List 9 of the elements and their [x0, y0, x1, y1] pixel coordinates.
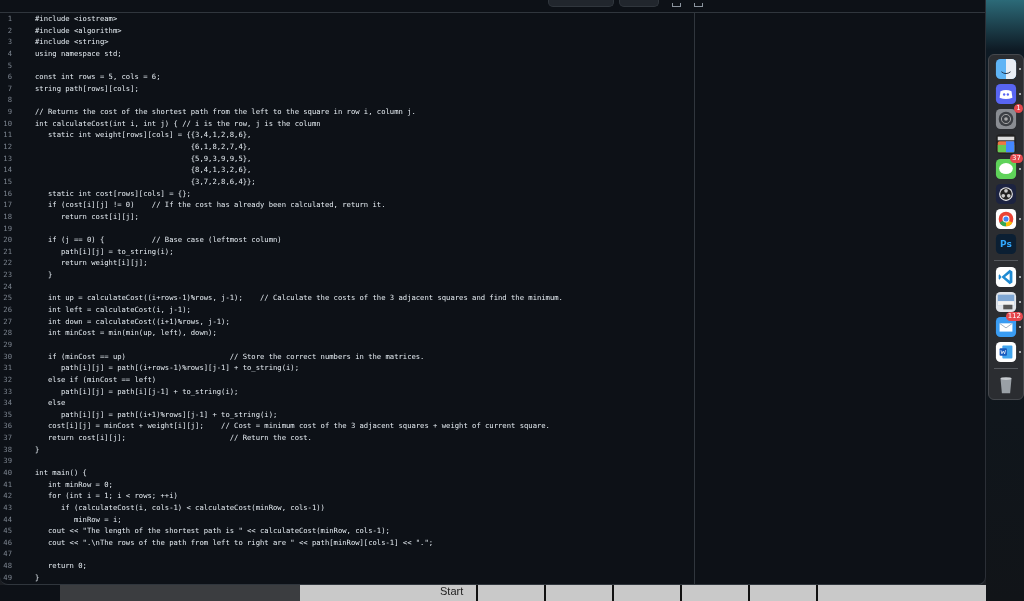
controller-icon[interactable] [995, 83, 1017, 105]
app-icon[interactable]: Ps [995, 233, 1017, 255]
code-editor-icon[interactable] [995, 266, 1017, 288]
start-label: Start [440, 585, 465, 598]
gear-icon[interactable] [995, 108, 1017, 130]
face-icon[interactable] [995, 58, 1017, 80]
document-icon[interactable] [995, 341, 1017, 363]
speech-bubble-icon[interactable] [995, 158, 1017, 180]
browser-icon[interactable] [995, 208, 1017, 230]
